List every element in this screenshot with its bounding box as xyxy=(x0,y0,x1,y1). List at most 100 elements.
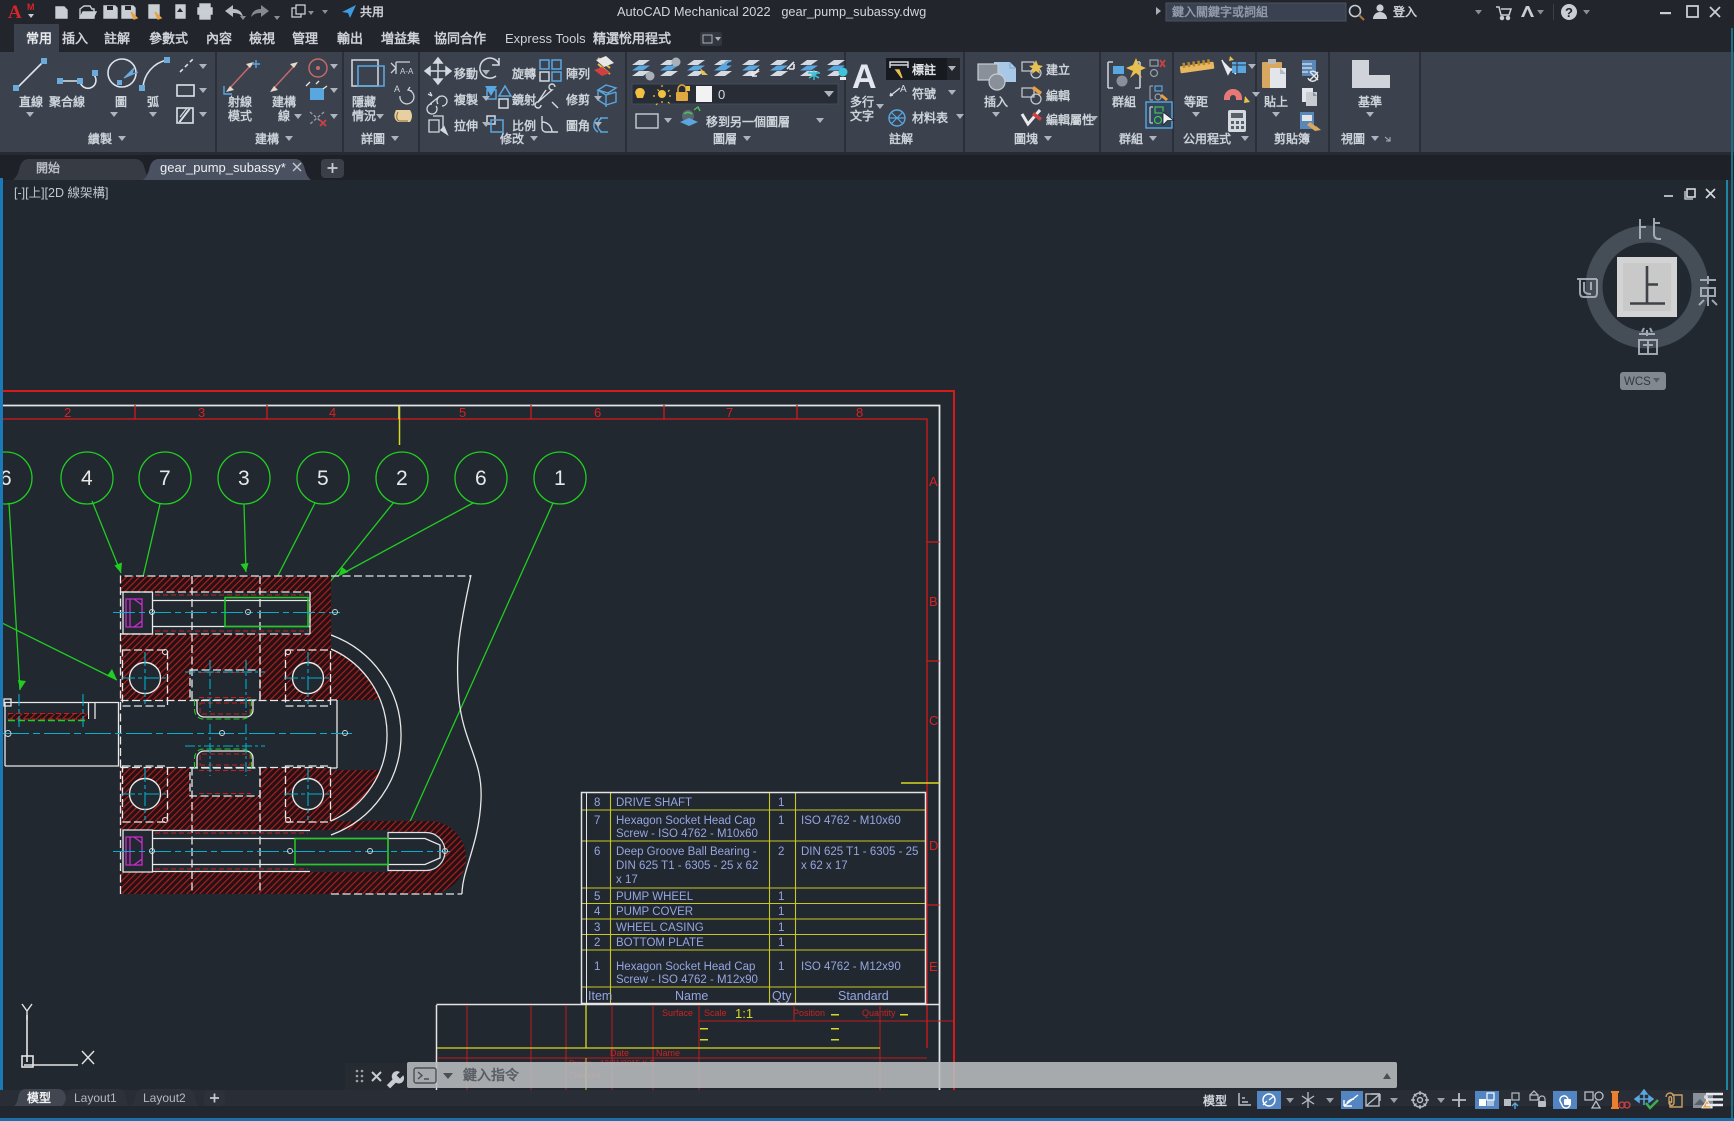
svg-text:註解: 註解 xyxy=(104,31,130,46)
svg-text:內容: 內容 xyxy=(206,31,232,46)
svg-text:參數式: 參數式 xyxy=(149,31,188,46)
svg-text:1: 1 xyxy=(778,906,784,918)
svg-text:A: A xyxy=(900,84,907,95)
svg-text:建構: 建構 xyxy=(271,94,296,109)
svg-text:等距: 等距 xyxy=(1183,94,1208,109)
svg-text:gear_pump_subassy*: gear_pump_subassy* xyxy=(160,160,286,175)
svg-text:2: 2 xyxy=(778,846,784,858)
svg-text:模式: 模式 xyxy=(228,108,252,123)
svg-text:x 62 x 17: x 62 x 17 xyxy=(801,860,848,872)
svg-text:増益集: 増益集 xyxy=(381,31,421,46)
svg-text:1: 1 xyxy=(778,815,784,827)
svg-text:射線: 射線 xyxy=(227,94,252,109)
svg-text:6: 6 xyxy=(594,405,601,420)
svg-text:註解: 註解 xyxy=(889,131,913,146)
svg-text:旋轉: 旋轉 xyxy=(511,66,536,81)
svg-text:建立: 建立 xyxy=(1045,62,1070,77)
svg-text:檢視: 檢視 xyxy=(249,31,275,46)
svg-text:A: A xyxy=(929,474,938,489)
svg-text:3: 3 xyxy=(198,405,205,420)
svg-text:A-A: A-A xyxy=(400,67,414,76)
svg-text:Screw - ISO 4762 - M10x60: Screw - ISO 4762 - M10x60 xyxy=(616,828,758,840)
svg-text:管理: 管理 xyxy=(292,31,318,46)
svg-text:直線: 直線 xyxy=(19,94,43,109)
svg-text:1: 1 xyxy=(778,961,784,973)
svg-text:DRIVE SHAFT: DRIVE SHAFT xyxy=(616,797,692,809)
svg-text:Layout1: Layout1 xyxy=(74,1091,117,1105)
svg-text:鏡射: 鏡射 xyxy=(511,92,536,107)
svg-text:開始: 開始 xyxy=(36,160,60,175)
svg-text:協同合作: 協同合作 xyxy=(434,31,486,46)
svg-text:陣列: 陣列 xyxy=(566,66,590,81)
svg-text:Standard: Standard xyxy=(838,989,889,1003)
svg-text:ISO 4762 - M12x90: ISO 4762 - M12x90 xyxy=(801,961,901,973)
svg-text:D: D xyxy=(929,838,938,853)
svg-text:弧: 弧 xyxy=(147,94,159,109)
svg-text:[-][上][2D 線架構]: [-][上][2D 線架構] xyxy=(14,185,108,200)
svg-text:Hexagon Socket Head Cap: Hexagon Socket Head Cap xyxy=(616,815,755,827)
svg-text:貼上: 貼上 xyxy=(1264,94,1288,109)
svg-text:A: A xyxy=(8,2,22,23)
svg-text:A: A xyxy=(852,58,877,96)
svg-text:建構: 建構 xyxy=(254,131,279,146)
svg-text:Layout2: Layout2 xyxy=(143,1091,186,1105)
svg-text:1: 1 xyxy=(778,937,784,949)
svg-text:0: 0 xyxy=(718,87,725,102)
svg-text:多行: 多行 xyxy=(850,94,874,109)
svg-text:移動: 移動 xyxy=(454,66,478,81)
svg-text:7: 7 xyxy=(726,405,733,420)
svg-text:輸出: 輸出 xyxy=(337,31,363,46)
svg-text:5: 5 xyxy=(459,405,466,420)
svg-text:Quantity: Quantity xyxy=(862,1008,896,1018)
svg-text:文字: 文字 xyxy=(850,108,874,123)
svg-text:群組: 群組 xyxy=(1111,94,1136,109)
svg-text:編輯: 編輯 xyxy=(1046,88,1070,103)
svg-text:Name: Name xyxy=(656,1048,680,1058)
svg-text:視圖: 視圖 xyxy=(1340,131,1365,146)
svg-text:移到另一個圖層: 移到另一個圖層 xyxy=(706,114,790,129)
svg-text:1: 1 xyxy=(594,961,600,973)
svg-text:精選恱用程式: 精選恱用程式 xyxy=(593,31,671,46)
svg-text:5: 5 xyxy=(594,891,600,903)
svg-text:Hexagon Socket Head Cap: Hexagon Socket Head Cap xyxy=(616,961,755,973)
svg-text:M: M xyxy=(27,2,35,12)
svg-text:情況: 情況 xyxy=(352,108,376,123)
svg-text:群組: 群組 xyxy=(1118,131,1143,146)
svg-text:聚合線: 聚合線 xyxy=(48,94,85,109)
svg-text:6: 6 xyxy=(475,467,487,490)
svg-text:共用: 共用 xyxy=(360,4,384,19)
svg-text:1: 1 xyxy=(778,922,784,934)
svg-text:Deep Groove Ball Bearing -: Deep Groove Ball Bearing - xyxy=(616,846,757,858)
svg-text:Item: Item xyxy=(588,989,612,1003)
svg-text:比例: 比例 xyxy=(512,118,536,133)
svg-text:Screw - ISO 4762 - M12x90: Screw - ISO 4762 - M12x90 xyxy=(616,974,758,986)
svg-text:基準: 基準 xyxy=(1357,94,1382,109)
svg-text:Express Tools: Express Tools xyxy=(505,31,586,46)
svg-text:符號: 符號 xyxy=(912,86,936,101)
svg-text:A: A xyxy=(394,84,400,94)
svg-text:複製: 複製 xyxy=(453,92,479,107)
svg-text:4: 4 xyxy=(594,906,601,918)
svg-text:圖層: 圖層 xyxy=(713,132,737,146)
svg-text:修改: 修改 xyxy=(499,131,525,146)
svg-text:ISO 4762 - M10x60: ISO 4762 - M10x60 xyxy=(801,815,901,827)
svg-text:Position: Position xyxy=(793,1008,825,1018)
svg-text:常用: 常用 xyxy=(26,31,52,46)
svg-text:剪貼簿: 剪貼簿 xyxy=(1274,131,1310,146)
svg-text:鍵入指令: 鍵入指令 xyxy=(463,1067,520,1083)
svg-text:Scale: Scale xyxy=(704,1008,727,1018)
svg-text:Date: Date xyxy=(610,1048,629,1058)
svg-text:圖角: 圖角 xyxy=(566,118,590,133)
svg-text:WCS: WCS xyxy=(1624,376,1651,388)
svg-text:線: 線 xyxy=(278,108,290,123)
svg-text:6: 6 xyxy=(3,467,12,490)
svg-text:拉伸: 拉伸 xyxy=(454,118,478,133)
svg-text:Surface: Surface xyxy=(662,1008,693,1018)
svg-text:WHEEL CASING: WHEEL CASING xyxy=(616,922,704,934)
svg-text:模型: 模型 xyxy=(1203,1093,1227,1108)
svg-text:PUMP COVER: PUMP COVER xyxy=(616,906,693,918)
svg-text:圖: 圖 xyxy=(115,95,127,109)
svg-text:DIN 625 T1 - 6305 - 25: DIN 625 T1 - 6305 - 25 xyxy=(801,846,918,858)
svg-text:8: 8 xyxy=(594,797,600,809)
svg-text:6: 6 xyxy=(594,846,600,858)
